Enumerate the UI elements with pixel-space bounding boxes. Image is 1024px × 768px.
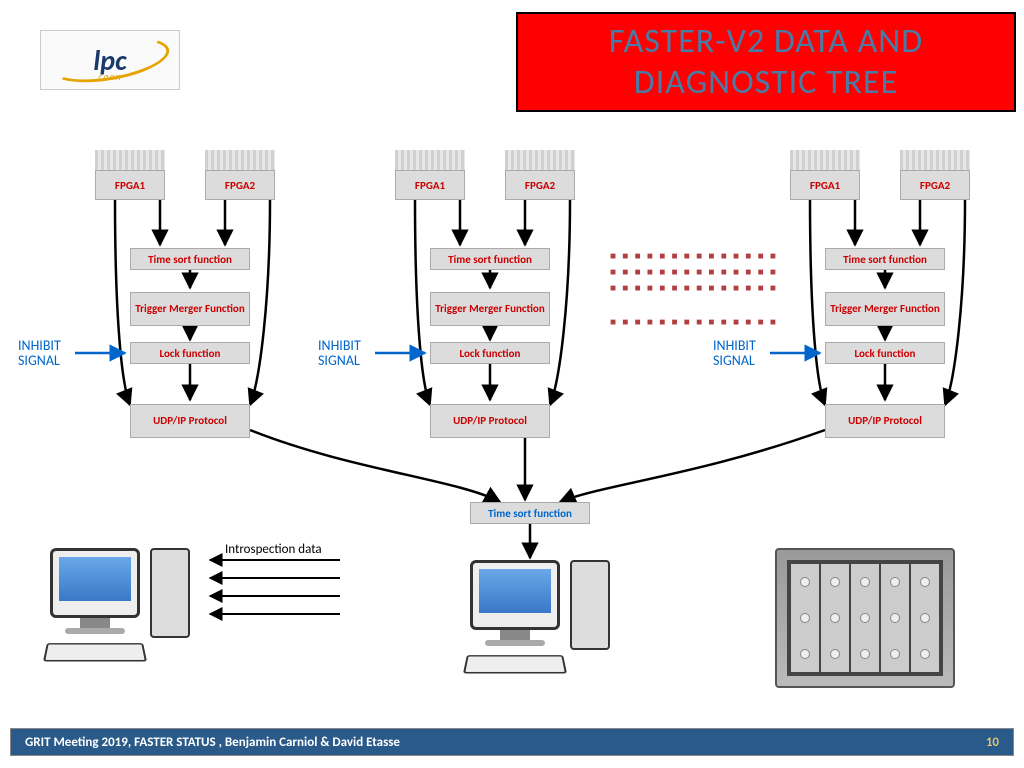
inhibit-label: INHIBITSIGNAL [318,338,361,369]
timesort-box: Time sort function [130,248,250,270]
computer-screen [479,569,551,613]
inhibit-label: INHIBITSIGNAL [18,338,61,369]
lock-box: Lock function [825,342,945,364]
computer-center [470,560,560,646]
computer-stand [80,618,110,628]
computer-left [50,548,140,634]
continuation-dots: ■ ■ ■ ■ ■ ■ ■ ■ ■ ■ ■ ■ ■ ■ [610,314,778,330]
trigger-box: Trigger Merger Function [825,292,945,326]
central-timesort-box: Time sort function [470,502,590,524]
hardware-photo [775,548,955,688]
computer-keyboard [43,643,147,661]
trigger-box: Trigger Merger Function [130,292,250,326]
fpga1-box: FPGA1 [395,170,465,200]
computer-monitor [470,560,560,630]
computer-screen [59,557,131,601]
computer-tower [150,548,190,638]
udp-box: UDP/IP Protocol [825,404,945,438]
fpga2-box: FPGA2 [205,170,275,200]
hardware-card [821,564,849,672]
lpc-logo: lpc caen [40,30,180,90]
fpga2-box: FPGA2 [900,170,970,200]
hardware-card [881,564,909,672]
trigger-box: Trigger Merger Function [430,292,550,326]
lock-box: Lock function [130,342,250,364]
footer-text: GRIT Meeting 2019, FASTER STATUS , Benja… [25,735,400,750]
fpga1-box: FPGA1 [95,170,165,200]
footer-bar: GRIT Meeting 2019, FASTER STATUS , Benja… [10,728,1014,756]
lock-box: Lock function [430,342,550,364]
computer-base [485,640,545,646]
inhibit-label: INHIBITSIGNAL [713,338,756,369]
continuation-dots: ■ ■ ■ ■ ■ ■ ■ ■ ■ ■ ■ ■ ■ ■■ ■ ■ ■ ■ ■ ■… [610,248,778,296]
hardware-card [911,564,939,672]
logo-sub: caen [98,70,121,83]
computer-base [65,628,125,634]
hardware-card [851,564,879,672]
udp-box: UDP/IP Protocol [130,404,250,438]
title-text: FASTER-V2 DATA AND DIAGNOSTIC TREE [522,21,1010,103]
fpga2-box: FPGA2 [505,170,575,200]
page-number: 10 [986,735,999,750]
computer-tower [570,560,610,650]
computer-monitor [50,548,140,618]
introspection-label: Introspection data [225,542,322,557]
hardware-card [791,564,819,672]
computer-keyboard [463,655,567,673]
hardware-rack [787,560,943,676]
timesort-box: Time sort function [430,248,550,270]
title-box: FASTER-V2 DATA AND DIAGNOSTIC TREE [516,12,1016,112]
slide: lpc caen FASTER-V2 DATA AND DIAGNOSTIC T… [0,0,1024,768]
fpga1-box: FPGA1 [790,170,860,200]
udp-box: UDP/IP Protocol [430,404,550,438]
computer-stand [500,630,530,640]
timesort-box: Time sort function [825,248,945,270]
